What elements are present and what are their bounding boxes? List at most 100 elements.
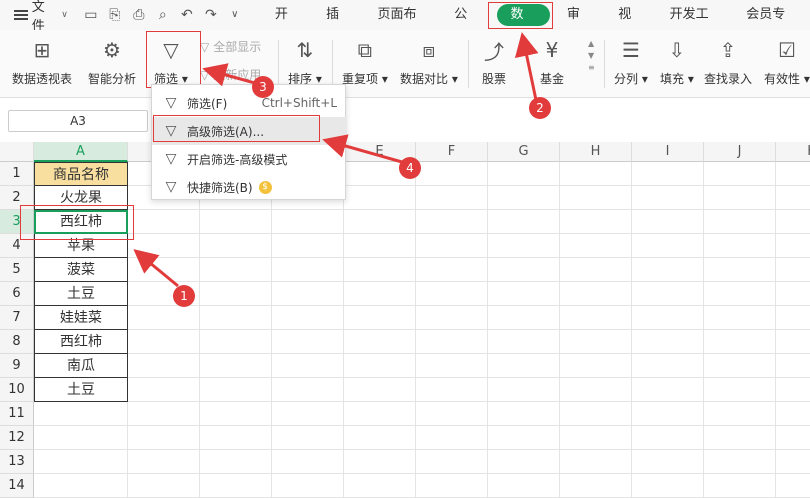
grid-cell[interactable]	[272, 474, 344, 498]
grid-cell[interactable]	[34, 474, 128, 498]
grid-cell[interactable]	[416, 378, 488, 402]
grid-cell[interactable]	[128, 354, 200, 378]
sort-button[interactable]: ⇅ 排序 ▾	[288, 36, 322, 87]
grid-cell[interactable]	[632, 210, 704, 234]
grid-cell[interactable]	[488, 306, 560, 330]
grid-cell[interactable]	[128, 210, 200, 234]
grid-cell[interactable]	[344, 186, 416, 210]
grid-cell[interactable]	[704, 282, 776, 306]
grid-cell[interactable]	[416, 402, 488, 426]
grid-cell[interactable]	[704, 354, 776, 378]
grid-cell[interactable]	[200, 378, 272, 402]
grid-cell[interactable]	[344, 330, 416, 354]
tab-home[interactable]: 开始	[262, 0, 313, 52]
grid-cell[interactable]	[272, 258, 344, 282]
grid-cell[interactable]	[488, 378, 560, 402]
grid-cell[interactable]	[632, 282, 704, 306]
row-header[interactable]: 5	[0, 258, 34, 282]
tab-review[interactable]: 审阅	[554, 0, 605, 52]
row-header[interactable]: 2	[0, 186, 34, 210]
grid-cell[interactable]	[128, 330, 200, 354]
grid-cell[interactable]	[776, 234, 810, 258]
grid-cell[interactable]	[344, 378, 416, 402]
row-header[interactable]: 6	[0, 282, 34, 306]
grid-cell[interactable]	[632, 186, 704, 210]
row-header[interactable]: 8	[0, 330, 34, 354]
grid-cell[interactable]	[128, 306, 200, 330]
grid-cell[interactable]	[34, 402, 128, 426]
grid-cell[interactable]	[416, 450, 488, 474]
grid-cell[interactable]	[704, 210, 776, 234]
row-header[interactable]: 1	[0, 162, 34, 186]
grid-cell[interactable]	[344, 402, 416, 426]
name-box[interactable]: A3	[8, 110, 148, 132]
grid-cell[interactable]	[128, 474, 200, 498]
menu-item-advanced-mode[interactable]: ▽ 开启筛选-高级模式	[152, 145, 347, 173]
grid-cell[interactable]	[776, 330, 810, 354]
grid-cell[interactable]	[200, 354, 272, 378]
column-header[interactable]: H	[560, 142, 632, 162]
grid-cell[interactable]	[272, 378, 344, 402]
grid-cell[interactable]	[632, 474, 704, 498]
lookup-entry-button[interactable]: ⇪ 查找录入	[704, 36, 752, 87]
grid-cell[interactable]	[704, 186, 776, 210]
grid-cell[interactable]	[128, 450, 200, 474]
grid-cell[interactable]	[704, 474, 776, 498]
grid-cell[interactable]	[560, 426, 632, 450]
grid-cell[interactable]	[560, 162, 632, 186]
pivot-table-button[interactable]: ⊞ 数据透视表	[12, 36, 72, 87]
grid-cell[interactable]	[128, 402, 200, 426]
grid-cell[interactable]	[488, 474, 560, 498]
grid-cell[interactable]	[632, 378, 704, 402]
grid-cell[interactable]	[776, 354, 810, 378]
stock-button[interactable]: ⤴ 股票	[480, 36, 508, 87]
grid-cell[interactable]	[272, 210, 344, 234]
row-header[interactable]: 14	[0, 474, 34, 498]
grid-cell[interactable]	[488, 258, 560, 282]
grid-cell[interactable]	[560, 330, 632, 354]
redo-icon[interactable]: ↷	[202, 6, 220, 24]
print-preview-icon[interactable]: ⌕	[154, 6, 172, 24]
tab-insert[interactable]: 插入	[313, 0, 364, 52]
export-pdf-icon[interactable]: ⎘	[106, 6, 124, 24]
grid-cell[interactable]	[632, 306, 704, 330]
filter-button[interactable]: ▽ 筛选 ▾	[154, 36, 188, 87]
data-cell[interactable]: 苹果	[34, 234, 128, 258]
tab-developer[interactable]: 开发工具	[657, 0, 734, 52]
row-header[interactable]: 10	[0, 378, 34, 402]
grid-cell[interactable]	[488, 450, 560, 474]
print-icon[interactable]: ⎙	[130, 6, 148, 24]
grid-cell[interactable]	[704, 402, 776, 426]
validity-button[interactable]: ☑ 有效性 ▾	[764, 36, 810, 87]
grid-cell[interactable]	[272, 282, 344, 306]
grid-cell[interactable]	[128, 426, 200, 450]
grid-cell[interactable]	[344, 474, 416, 498]
grid-cell[interactable]	[200, 210, 272, 234]
grid-cell[interactable]	[272, 354, 344, 378]
grid-cell[interactable]	[272, 330, 344, 354]
grid-cell[interactable]	[416, 210, 488, 234]
grid-cell[interactable]	[344, 282, 416, 306]
grid-cell[interactable]	[488, 210, 560, 234]
data-cell[interactable]: 火龙果	[34, 186, 128, 210]
grid-cell[interactable]	[704, 306, 776, 330]
tab-data[interactable]: 数据	[496, 4, 550, 44]
grid-cell[interactable]	[776, 306, 810, 330]
grid-cell[interactable]	[704, 162, 776, 186]
column-header[interactable]: A	[34, 142, 128, 162]
grid-cell[interactable]	[560, 282, 632, 306]
grid-cell[interactable]	[344, 306, 416, 330]
grid-cell[interactable]	[34, 450, 128, 474]
data-cell[interactable]: 土豆	[34, 378, 128, 402]
grid-cell[interactable]	[632, 234, 704, 258]
menu-item-advanced-filter[interactable]: ▽ 高级筛选(A)...	[152, 117, 347, 145]
grid-cell[interactable]	[272, 402, 344, 426]
grid-cell[interactable]	[416, 354, 488, 378]
grid-cell[interactable]	[200, 402, 272, 426]
grid-cell[interactable]	[344, 234, 416, 258]
file-menu-button[interactable]: 文件 ∨	[14, 0, 68, 34]
grid-cell[interactable]	[632, 426, 704, 450]
save-icon[interactable]: ▭	[82, 6, 100, 24]
tab-member[interactable]: 会员专享	[733, 0, 810, 52]
fill-button[interactable]: ⇩ 填充 ▾	[660, 36, 694, 87]
